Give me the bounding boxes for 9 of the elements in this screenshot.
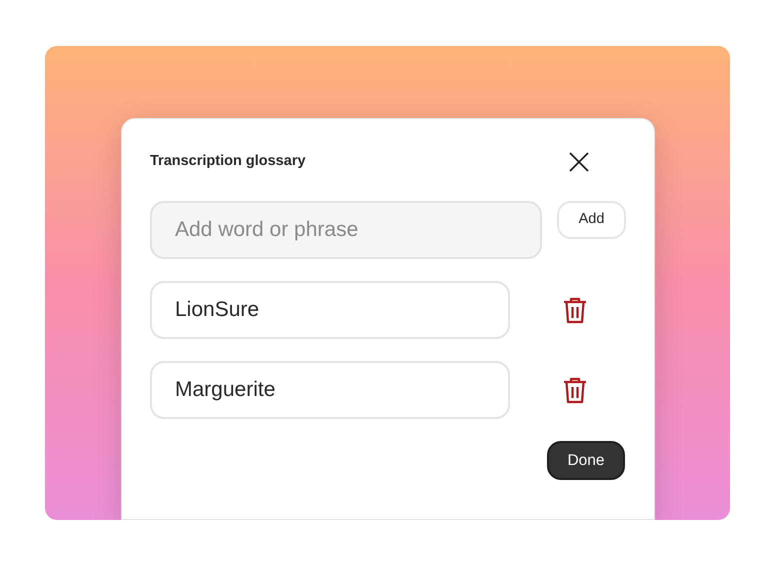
entry-field[interactable]: LionSure (150, 281, 510, 339)
dialog-title: Transcription glossary (150, 152, 306, 172)
done-button[interactable]: Done (547, 441, 625, 480)
trash-icon (563, 296, 587, 324)
entry-field[interactable]: Marguerite (150, 361, 510, 419)
trash-icon (563, 376, 587, 404)
close-icon (568, 151, 590, 173)
input-field[interactable]: Add word or phrase (150, 201, 542, 259)
add-button[interactable]: Add (557, 201, 626, 239)
